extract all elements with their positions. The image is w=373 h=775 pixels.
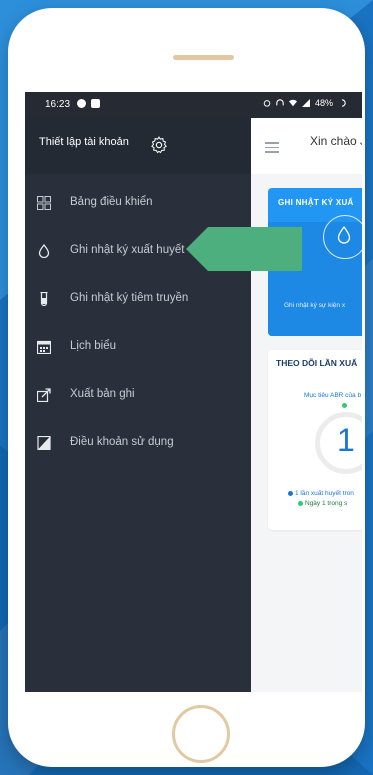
menu-item-infusion-log[interactable]: Ghi nhật ký tiêm truyền [25, 280, 251, 320]
legend-day: Ngày 1 trong s [298, 500, 347, 507]
vial-icon [40, 292, 48, 306]
export-icon [37, 388, 51, 402]
progress-marker-dot [342, 403, 347, 408]
legend-day-text: Ngày 1 trong s [305, 500, 348, 507]
status-bar: 16:23 48% [25, 92, 362, 118]
navigation-drawer: Thiết lập tài khoản Bảng điều khiển Ghi … [25, 118, 251, 692]
menu-label-terms: Điều khoản sử dụng [70, 436, 174, 448]
bleed-count-value: 1 [337, 422, 355, 458]
menu-label-schedule: Lịch biểu [70, 340, 117, 352]
account-settings-title[interactable]: Thiết lập tài khoản [39, 136, 129, 148]
home-button[interactable] [172, 705, 230, 763]
legend-blue-dot [288, 490, 293, 496]
menu-icon[interactable] [265, 142, 279, 153]
status-right: 48% [263, 98, 346, 108]
app-bar: Xin chào J [251, 118, 362, 174]
menu-label-infusion-log: Ghi nhật ký tiêm truyền [70, 292, 189, 304]
spotify-icon [77, 99, 86, 108]
wifi-icon [288, 99, 297, 107]
bleed-tracking-card-title: THEO DÕI LẦN XUẤ [276, 358, 358, 368]
document-icon [37, 436, 51, 450]
menu-label-bleed-log: Ghi nhật ký xuất huyết [70, 244, 185, 256]
image-icon [91, 99, 100, 108]
menu-item-schedule[interactable]: Lịch biểu [25, 328, 251, 368]
pointer-arrow-icon [186, 227, 302, 271]
menu-item-export[interactable]: Xuất bản ghi [25, 376, 251, 416]
greeting-text: Xin chào J [310, 134, 362, 148]
signal-icon [301, 99, 310, 107]
drawer-header: Thiết lập tài khoản [25, 118, 251, 174]
legend-bleed-count: 1 lần xuất huyết tron [288, 490, 354, 497]
gear-icon[interactable] [149, 135, 169, 155]
phone-screen: 16:23 48% Thiết lập tài khoản Bảng điều … [25, 92, 362, 692]
bleed-log-card-title: GHI NHẬT KÝ XUẤ [278, 198, 354, 207]
bleed-tracking-card[interactable]: THEO DÕI LẦN XUẤ Mục tiêu ABR của b 1 1 … [268, 350, 362, 530]
drop-icon [38, 244, 50, 258]
abr-target-label: Mục tiêu ABR của b [304, 392, 362, 399]
battery-icon [341, 99, 346, 107]
menu-item-dashboard[interactable]: Bảng điều khiển [25, 184, 251, 224]
drop-circle-icon [323, 215, 362, 259]
menu-label-export: Xuất bản ghi [70, 388, 135, 400]
headphones-icon [276, 99, 284, 106]
legend-bleed-count-text: 1 lần xuất huyết tron [295, 490, 354, 497]
calendar-icon [37, 340, 51, 354]
menu-item-terms[interactable]: Điều khoản sử dụng [25, 424, 251, 464]
dashboard-icon [37, 196, 51, 210]
status-time: 16:23 [45, 99, 71, 110]
battery-text: 48% [314, 98, 333, 108]
menu-label-dashboard: Bảng điều khiển [70, 196, 153, 208]
alarm-icon [263, 100, 271, 107]
bleed-log-card-subtitle: Ghi nhật ký sự kiện x [284, 302, 346, 309]
phone-speaker [173, 55, 234, 60]
main-content: Xin chào J GHI NHẬT KÝ XUẤ Ghi nhật ký s… [251, 118, 362, 692]
legend-green-dot [298, 500, 303, 506]
